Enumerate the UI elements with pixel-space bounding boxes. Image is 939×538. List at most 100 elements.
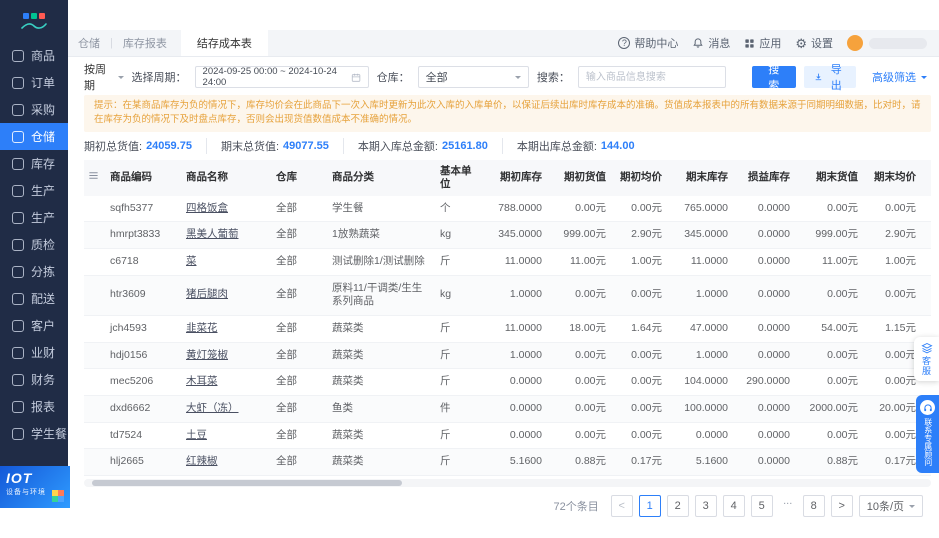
search-button[interactable]: 搜索	[751, 64, 796, 92]
sidebar: 商品 订单 采购 仓储 库存 生产 生产 质检 分拣 配送 客户 业财 财务 报表 学生餐	[0, 0, 68, 482]
table-cell: sqfh5377	[104, 195, 180, 223]
product-name-link[interactable]: 四格饭盒	[180, 195, 270, 223]
table-row: htr3609 猪后腿肉 全部 原料11/干调类/生生系列商品 kg 1.0000 0.00…	[84, 275, 931, 316]
consult-float-tab[interactable]: 联系专属顾问	[916, 395, 939, 473]
sidebar-item-12[interactable]: 业财	[0, 339, 68, 366]
prev-page-button[interactable]: <	[610, 494, 633, 517]
table-cell: 全部	[270, 315, 326, 343]
table-cell: hmrpt3833	[104, 221, 180, 250]
table-cell: 0.00元	[612, 368, 668, 396]
sidebar-item-10[interactable]: 配送	[0, 285, 68, 312]
table-cell: 999.00元	[548, 221, 612, 250]
table-cell: 0.00元	[796, 368, 864, 396]
bell-icon	[693, 38, 704, 48]
sidebar-item-13[interactable]: 财务	[0, 366, 68, 393]
column-config-button[interactable]	[84, 159, 104, 196]
table-row: c6718 菜全部 测试删除1/测试删除斤 11.0000 11.00元 1.00元 11.…	[84, 248, 931, 276]
product-name-link[interactable]: 韭菜花	[180, 315, 270, 343]
breadcrumb-inventory-report[interactable]: 库存报表	[113, 35, 177, 51]
table-cell: 0.0000	[734, 248, 796, 276]
sidebar-item-14[interactable]: 报表	[0, 393, 68, 420]
product-name-link[interactable]: 木耳菜	[180, 368, 270, 396]
table-cell: 0.0000	[734, 195, 796, 223]
page-size-select[interactable]: 10条/页	[858, 494, 923, 517]
page-button-8[interactable]: 8	[802, 494, 825, 517]
user-menu[interactable]	[847, 35, 927, 51]
table-cell: 全部	[270, 248, 326, 276]
product-name-link[interactable]: 土豆	[180, 422, 270, 450]
apps-button[interactable]: 应用	[744, 35, 781, 51]
table-cell: 0.00元	[612, 395, 668, 423]
sidebar-item-3[interactable]: 采购	[0, 96, 68, 123]
table-cell: c6718	[104, 248, 180, 276]
page-button-4[interactable]: 4	[722, 494, 745, 517]
product-name-link[interactable]: 猪后腿肉	[180, 275, 270, 316]
table-header-row: 商品编码 商品名称 仓库 商品分类 基本单位 期初库存 期初货值 期初均价 期末库存 损益库存 期末…	[84, 159, 931, 196]
sidebar-item-4[interactable]: 仓储	[0, 123, 68, 150]
sidebar-item-11[interactable]: 客户	[0, 312, 68, 339]
table-cell: 18.00元	[548, 315, 612, 343]
summary-bar: 期初总货值: 24059.75 期末总货值: 49077.55 本期入库总金额:…	[84, 137, 931, 154]
column-header: 期末库存	[668, 159, 734, 196]
search-input[interactable]	[577, 66, 726, 88]
table-cell: 斤	[434, 315, 486, 343]
table-cell: 54.00元	[796, 315, 864, 343]
product-name-link[interactable]: 菜	[180, 248, 270, 276]
messages-label: 消息	[708, 38, 731, 50]
table-cell: 0.0000	[922, 275, 931, 316]
table-row: hmrpt3833 黑美人葡萄 全部 1放熟蔬菜 kg 345.0000 999.00元 2.…	[84, 221, 931, 250]
breadcrumb-warehouse[interactable]: 仓储	[68, 35, 110, 51]
product-name-link[interactable]: 黄灯笼椒	[180, 342, 270, 370]
table-cell: 345.0000	[668, 221, 734, 250]
sidebar-item-15[interactable]: 学生餐	[0, 420, 68, 447]
period-range-input[interactable]: 2024-09-25 00:00 ~ 2024-10-24 24:00	[194, 66, 369, 88]
pagination: 72个条目 < 1 2 3 4 5... 8 > 10条/页	[84, 494, 931, 517]
sidebar-item-label: 分拣	[31, 265, 56, 279]
sidebar-item-9[interactable]: 分拣	[0, 258, 68, 285]
table-cell: 290.0000	[734, 368, 796, 396]
page-button-2[interactable]: 2	[666, 494, 689, 517]
table-cell: 蔬菜类	[326, 315, 434, 343]
chevron-down-icon	[909, 504, 915, 511]
product-name-link[interactable]: 红辣椒	[180, 448, 270, 476]
table-viewport: 商品编码 商品名称 仓库 商品分类 基本单位 期初库存 期初货值 期初均价 期末库存 损益库存 期末…	[84, 159, 931, 476]
advanced-filter-toggle[interactable]: 高级筛选	[872, 69, 931, 85]
table-row: jch4593 韭菜花 全部 蔬菜类斤 11.0000 18.00元 1.64元 47.000…	[84, 315, 931, 343]
sidebar-item-1[interactable]: 商品	[0, 42, 68, 69]
service-float-tab[interactable]: 客服	[914, 337, 939, 381]
period-mode-select[interactable]: 按周期	[84, 61, 124, 93]
table-cell: 0.00元	[548, 422, 612, 450]
table-cell: 0.00元	[796, 422, 864, 450]
page-button-3[interactable]: 3	[694, 494, 717, 517]
production-icon	[12, 184, 24, 197]
table-cell: 1放熟蔬菜	[326, 221, 434, 250]
help-center-button[interactable]: ? 帮助中心	[618, 35, 678, 51]
table-cell: 0.88元	[548, 448, 612, 476]
period-range-value: 2024-09-25 00:00 ~ 2024-10-24 24:00	[202, 66, 337, 88]
table-cell: 2.90元	[612, 221, 668, 250]
page-buttons: 1 2 3 4 5... 8	[638, 494, 825, 517]
product-name-link[interactable]: 黑美人葡萄	[180, 221, 270, 250]
table-cell: 1.0000	[668, 275, 734, 316]
sidebar-item-5[interactable]: 库存	[0, 150, 68, 177]
horizontal-scrollbar-thumb[interactable]	[92, 479, 402, 486]
table-cell: 0.0000	[486, 422, 548, 450]
settings-button[interactable]: ⚙ 设置	[795, 35, 833, 51]
page-button-1[interactable]: 1	[638, 494, 661, 517]
sidebar-item-7[interactable]: 生产	[0, 204, 68, 231]
export-button[interactable]: 导出	[803, 64, 856, 92]
inventory-icon	[12, 157, 24, 170]
tab-balance-cost-report[interactable]: 结存成本表	[180, 30, 268, 56]
sidebar-item-6[interactable]: 生产	[0, 177, 68, 204]
warehouse-select[interactable]: 全部	[417, 66, 529, 88]
sidebar-item-2[interactable]: 订单	[0, 69, 68, 96]
product-name-link[interactable]: 大虾（冻）	[180, 395, 270, 423]
table-cell: 0.00元	[612, 275, 668, 316]
next-page-button[interactable]: >	[830, 494, 853, 517]
layers-icon	[920, 342, 933, 354]
hint-banner: 提示：在某商品库存为负的情况下，库存均价会在此商品下一次入库时更新为此次入库的入…	[84, 95, 931, 132]
table-cell: 测试删除1/测试删除	[326, 248, 434, 276]
sidebar-item-8[interactable]: 质检	[0, 231, 68, 258]
page-button-5[interactable]: 5	[750, 494, 773, 517]
messages-button[interactable]: 消息	[692, 35, 730, 51]
